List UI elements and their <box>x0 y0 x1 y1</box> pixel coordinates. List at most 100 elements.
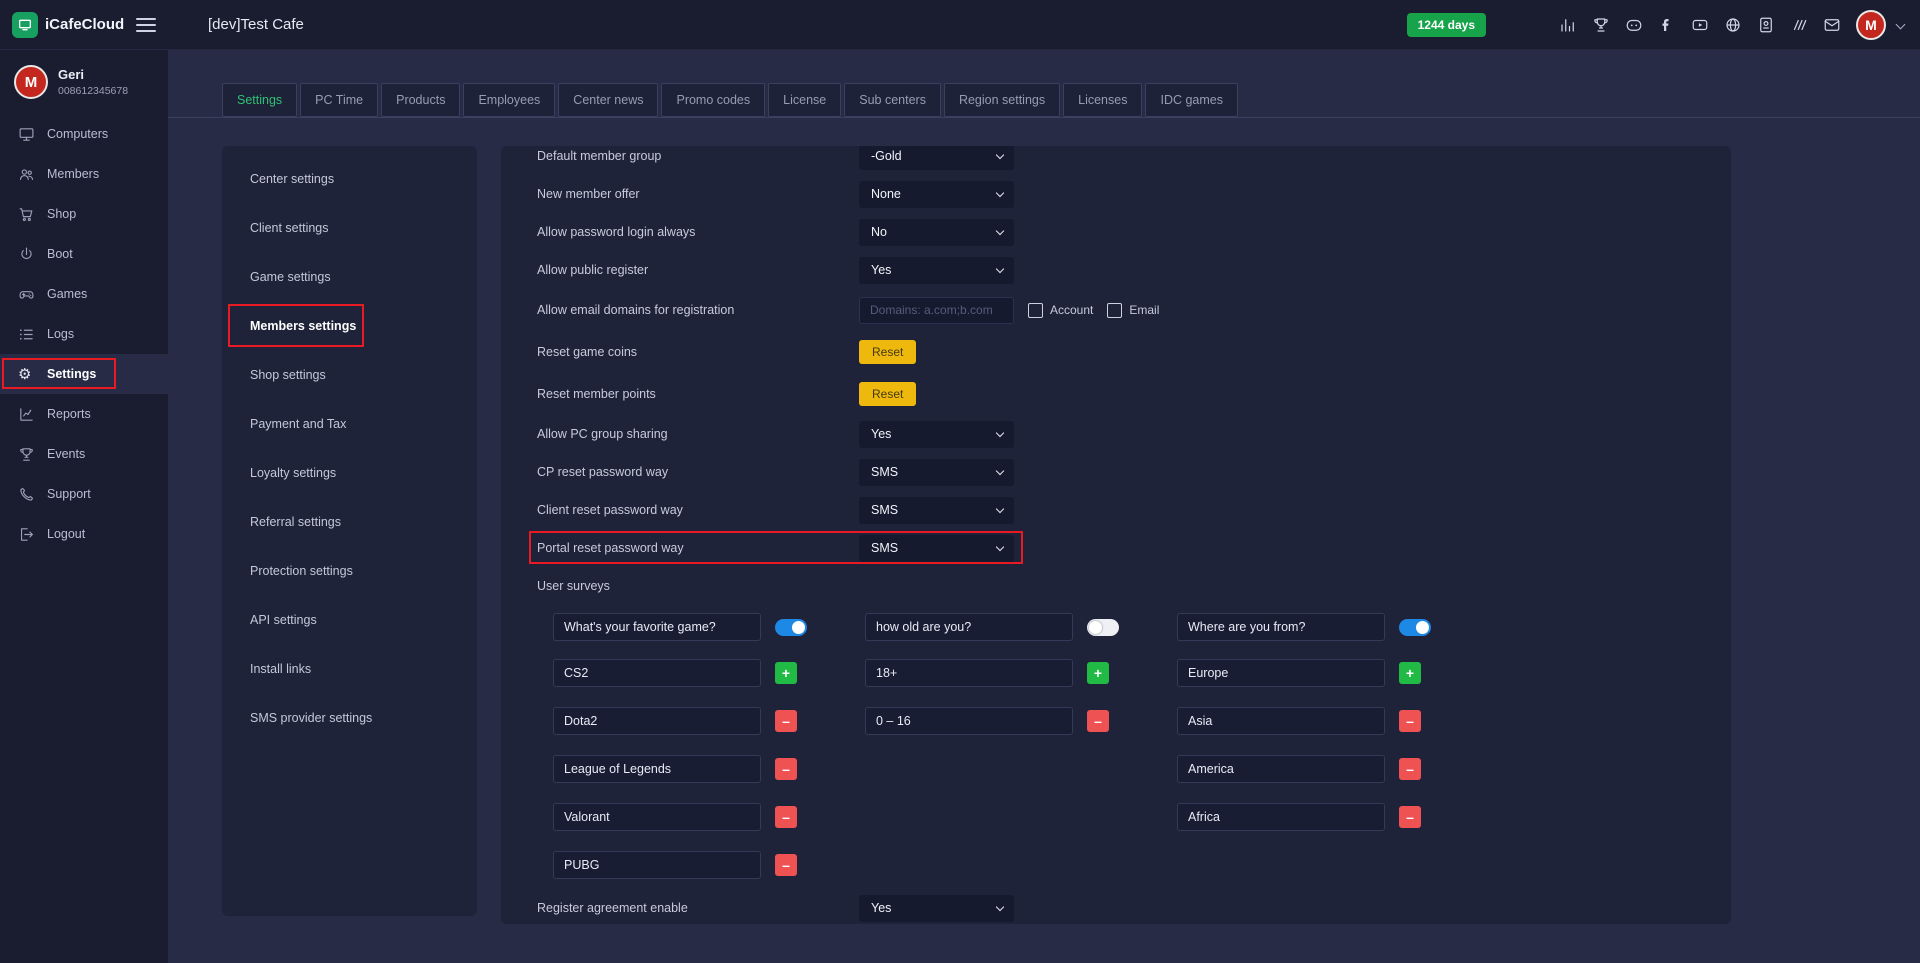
globe-icon[interactable] <box>1724 16 1742 34</box>
tab-products[interactable]: Products <box>381 83 460 117</box>
trophy-icon[interactable] <box>1592 16 1610 34</box>
tab-employees[interactable]: Employees <box>463 83 555 117</box>
trophy-icon <box>18 446 35 463</box>
survey-option-input[interactable]: Asia <box>1177 707 1385 735</box>
survey-column-favorite-game: What's your favorite game? CS2 + Dota2 – <box>553 605 865 889</box>
topbar-actions: 1244 days M <box>1407 10 1920 40</box>
field-label: Allow public register <box>537 263 859 277</box>
survey-option-input[interactable]: Africa <box>1177 803 1385 831</box>
allow-password-login-always-select[interactable]: No <box>859 219 1014 246</box>
license-days-badge[interactable]: 1244 days <box>1407 13 1486 37</box>
facebook-icon[interactable] <box>1658 16 1676 34</box>
survey-toggle[interactable] <box>775 619 807 636</box>
remove-option-button[interactable]: – <box>775 758 797 780</box>
allow-public-register-select[interactable]: Yes <box>859 257 1014 284</box>
hamburger-icon[interactable] <box>136 14 156 36</box>
register-agreement-enable-select[interactable]: Yes <box>859 895 1014 922</box>
remove-option-button[interactable]: – <box>1399 710 1421 732</box>
settings-nav-sms-provider-settings[interactable]: SMS provider settings <box>222 693 477 742</box>
survey-option-input[interactable]: League of Legends <box>553 755 761 783</box>
client-reset-password-way-select[interactable]: SMS <box>859 497 1014 524</box>
portal-reset-password-way-select[interactable]: SMS <box>859 535 1014 562</box>
survey-option-input[interactable]: America <box>1177 755 1385 783</box>
tab-region-settings[interactable]: Region settings <box>944 83 1060 117</box>
survey-option-input[interactable]: Europe <box>1177 659 1385 687</box>
tab-center-news[interactable]: Center news <box>558 83 658 117</box>
toggle-knob <box>792 621 805 634</box>
tab-license[interactable]: License <box>768 83 841 117</box>
email-domains-input[interactable] <box>859 297 1014 324</box>
sidebar-item-settings[interactable]: ⚙ Settings <box>0 354 168 394</box>
sidebar-item-events[interactable]: Events <box>0 434 168 474</box>
survey-option-input[interactable]: Valorant <box>553 803 761 831</box>
discord-icon[interactable] <box>1625 16 1643 34</box>
tab-licenses[interactable]: Licenses <box>1063 83 1142 117</box>
sidebar-item-members[interactable]: Members <box>0 154 168 194</box>
settings-nav-client-settings[interactable]: Client settings <box>222 203 477 252</box>
settings-nav-center-settings[interactable]: Center settings <box>222 154 477 203</box>
remove-option-button[interactable]: – <box>775 854 797 876</box>
cp-reset-password-way-select[interactable]: SMS <box>859 459 1014 486</box>
allow-pc-group-sharing-select[interactable]: Yes <box>859 421 1014 448</box>
add-option-button[interactable]: + <box>1399 662 1421 684</box>
youtube-icon[interactable] <box>1691 16 1709 34</box>
settings-nav-protection-settings[interactable]: Protection settings <box>222 546 477 595</box>
survey-option-input[interactable]: Dota2 <box>553 707 761 735</box>
sidebar-item-boot[interactable]: Boot <box>0 234 168 274</box>
remove-option-button[interactable]: – <box>1399 758 1421 780</box>
email-checkbox[interactable]: Email <box>1107 303 1159 318</box>
mail-icon[interactable] <box>1823 16 1841 34</box>
survey-option-input[interactable]: PUBG <box>553 851 761 879</box>
sidebar-item-support[interactable]: Support <box>0 474 168 514</box>
tab-promo-codes[interactable]: Promo codes <box>661 83 765 117</box>
layers-icon[interactable] <box>1790 16 1808 34</box>
settings-nav-loyalty-settings[interactable]: Loyalty settings <box>222 448 477 497</box>
survey-question-input[interactable]: how old are you? <box>865 613 1073 641</box>
sidebar-item-logout[interactable]: Logout <box>0 514 168 554</box>
sidebar-item-shop[interactable]: Shop <box>0 194 168 234</box>
sidebar-item-games[interactable]: Games <box>0 274 168 314</box>
remove-option-button[interactable]: – <box>775 710 797 732</box>
settings-nav-shop-settings[interactable]: Shop settings <box>222 350 477 399</box>
account-checkbox[interactable]: Account <box>1028 303 1093 318</box>
field-label: Portal reset password way <box>537 541 859 555</box>
tab-idc-games[interactable]: IDC games <box>1145 83 1238 117</box>
survey-option-input[interactable]: 18+ <box>865 659 1073 687</box>
reset-member-points-button[interactable]: Reset <box>859 382 916 406</box>
add-option-button[interactable]: + <box>1087 662 1109 684</box>
settings-nav-referral-settings[interactable]: Referral settings <box>222 497 477 546</box>
settings-nav-payment-and-tax[interactable]: Payment and Tax <box>222 399 477 448</box>
settings-nav-api-settings[interactable]: API settings <box>222 595 477 644</box>
passport-icon[interactable] <box>1757 16 1775 34</box>
new-member-offer-select[interactable]: None <box>859 181 1014 208</box>
settings-nav-install-links[interactable]: Install links <box>222 644 477 693</box>
remove-option-button[interactable]: – <box>775 806 797 828</box>
sidebar-item-logs[interactable]: Logs <box>0 314 168 354</box>
remove-option-button[interactable]: – <box>1087 710 1109 732</box>
survey-option-input[interactable]: CS2 <box>553 659 761 687</box>
settings-nav-members-settings[interactable]: Members settings <box>222 301 477 350</box>
survey-toggle[interactable] <box>1399 619 1431 636</box>
sidebar-item-computers[interactable]: Computers <box>0 114 168 154</box>
survey-question-input[interactable]: Where are you from? <box>1177 613 1385 641</box>
sidebar-item-label: Events <box>47 447 85 461</box>
chevron-down-icon[interactable] <box>1896 20 1906 30</box>
survey-column-location: Where are you from? Europe + Asia – A <box>1177 605 1489 889</box>
survey-question-input[interactable]: What's your favorite game? <box>553 613 761 641</box>
tab-pc-time[interactable]: PC Time <box>300 83 378 117</box>
tab-sub-centers[interactable]: Sub centers <box>844 83 941 117</box>
tab-settings[interactable]: Settings <box>222 83 297 117</box>
members-settings-form: Default member group -Gold New member of… <box>501 146 1731 924</box>
settings-nav-game-settings[interactable]: Game settings <box>222 252 477 301</box>
stats-icon[interactable] <box>1559 16 1577 34</box>
reset-game-coins-button[interactable]: Reset <box>859 340 916 364</box>
chevron-down-icon <box>996 902 1004 910</box>
remove-option-button[interactable]: – <box>1399 806 1421 828</box>
add-option-button[interactable]: + <box>775 662 797 684</box>
user-avatar[interactable]: M <box>1856 10 1886 40</box>
survey-toggle[interactable] <box>1087 619 1119 636</box>
chevron-down-icon <box>996 188 1004 196</box>
default-member-group-select[interactable]: -Gold <box>859 146 1014 170</box>
sidebar-item-reports[interactable]: Reports <box>0 394 168 434</box>
survey-option-input[interactable]: 0 – 16 <box>865 707 1073 735</box>
